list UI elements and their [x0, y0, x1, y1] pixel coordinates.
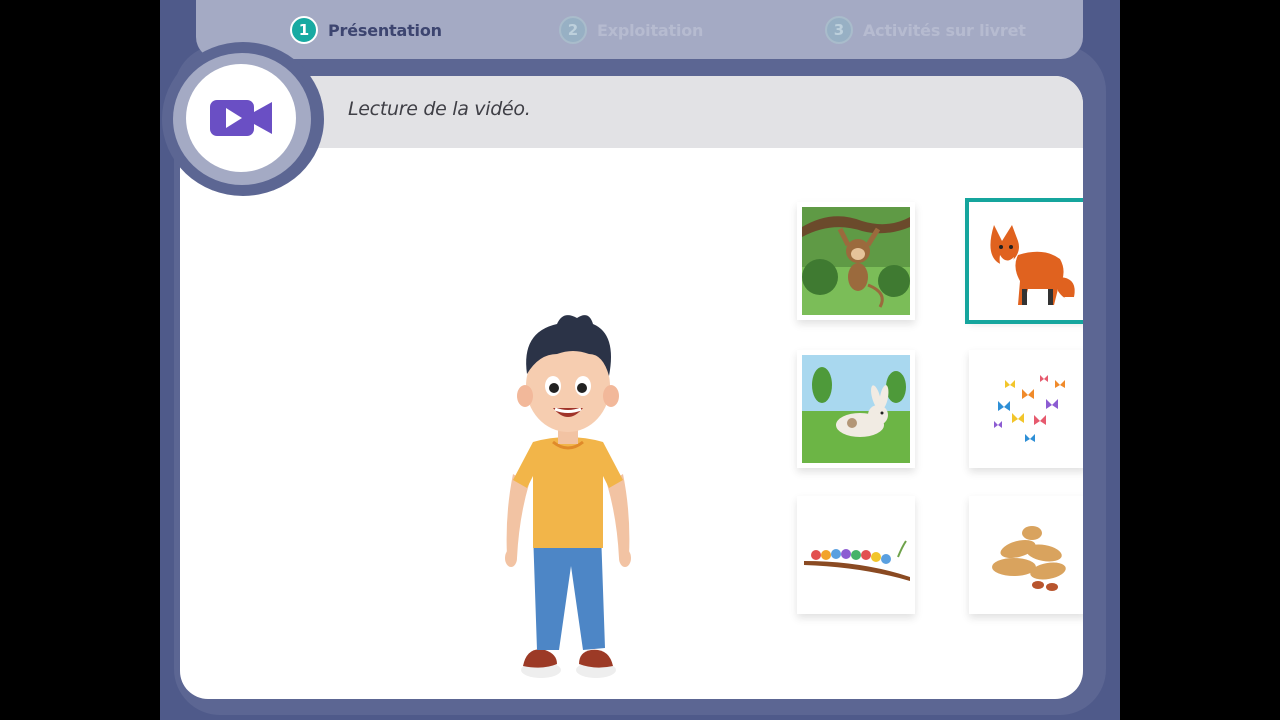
step-activites-livret[interactable]: 3 Activités sur livret [825, 16, 1026, 44]
video-camera-icon [210, 100, 272, 136]
rabbit-image [802, 355, 910, 463]
monkey-image [802, 207, 910, 315]
step-label: Présentation [328, 20, 442, 40]
step-presentation[interactable]: 1 Présentation [290, 16, 442, 44]
tile-monkey[interactable] [797, 202, 915, 320]
birds-on-branch-image [802, 501, 910, 609]
step-number: 2 [559, 16, 587, 44]
peanuts-image [974, 501, 1082, 609]
tile-rabbit[interactable] [797, 350, 915, 468]
tile-fox[interactable] [965, 198, 1083, 324]
tile-birds[interactable] [797, 496, 915, 614]
butterflies-image [974, 355, 1082, 463]
page-title: Lecture de la vidéo. [348, 98, 531, 120]
step-exploitation[interactable]: 2 Exploitation [559, 16, 703, 44]
step-label: Exploitation [597, 20, 704, 40]
tile-butterflies[interactable] [969, 350, 1083, 468]
step-number: 1 [290, 16, 318, 44]
lesson-frame: 1 Présentation 2 Exploitation 3 Activité… [160, 0, 1120, 720]
tile-peanuts[interactable] [969, 496, 1083, 614]
boy-character-image [505, 315, 631, 678]
content-card: Lecture de la vidéo. [180, 76, 1083, 699]
video-badge[interactable] [186, 64, 296, 172]
step-number: 3 [825, 16, 853, 44]
step-label: Activités sur livret [863, 20, 1026, 40]
step-navigation: 1 Présentation 2 Exploitation 3 Activité… [196, 0, 1083, 59]
fox-image [974, 207, 1082, 315]
